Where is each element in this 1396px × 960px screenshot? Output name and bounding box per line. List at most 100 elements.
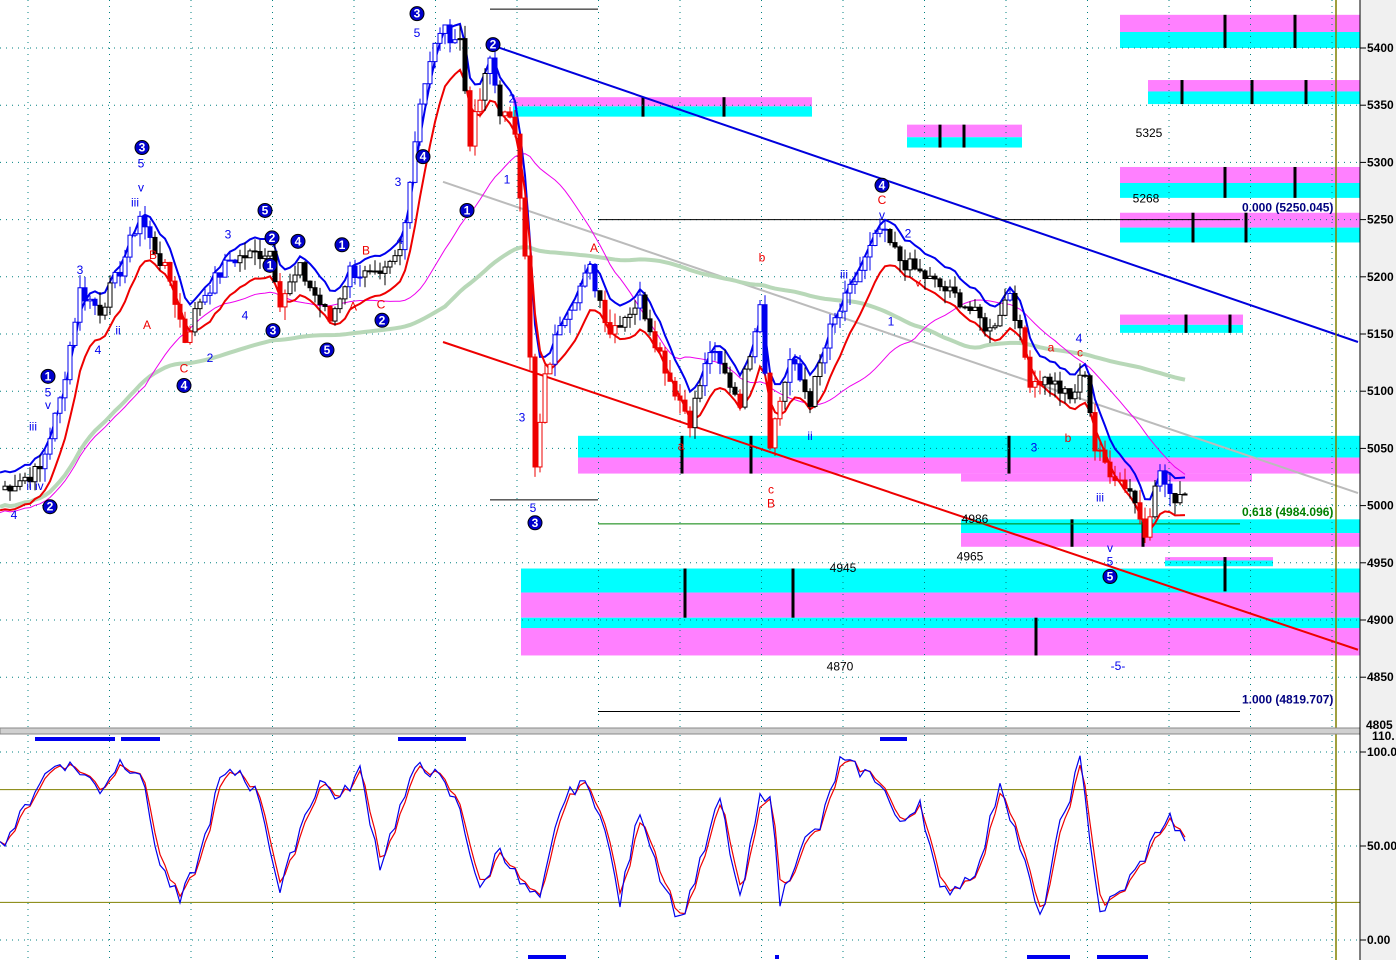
candle-body [602,299,608,324]
candle-body [1012,292,1018,321]
candle-body [822,347,828,364]
price-tick-label: 5400 [1367,41,1394,55]
candle-body [342,286,348,300]
wave-label: 4 [181,378,188,392]
wave-label: 5 [262,203,269,217]
candle-body [827,323,833,349]
candle-body [1157,470,1163,487]
zone-tick [1223,166,1227,198]
candle-body [1117,479,1123,482]
candle-body [1077,374,1083,393]
candle-body [112,271,118,284]
candle-body [942,286,948,292]
price-level-label: 4945 [830,561,857,575]
candle-body [597,290,603,301]
wave-label: 4 [242,309,249,323]
panel-separator[interactable] [0,727,1396,735]
candle-body [1072,391,1078,400]
wave-label: 2 [509,91,516,105]
wave-label: 3 [77,263,84,277]
candle-body [297,262,303,276]
candle-body [592,263,598,292]
zone-tick [938,124,942,148]
wave-label: B [767,496,775,510]
wave-label: 2 [269,231,276,245]
candle-body [392,255,398,262]
candle-body [682,399,688,412]
candle-body [802,379,808,393]
candle-body [302,262,308,282]
candle-body [882,228,888,231]
candle-body [372,270,378,273]
candle-body [787,359,793,383]
candle-body [202,294,208,303]
candle-body [637,294,643,309]
wave-label: 3 [519,411,526,425]
candle-body [977,306,983,319]
candle-body [757,304,763,333]
zone-tick [1007,435,1011,474]
price-tick-label: 5300 [1367,155,1394,169]
price-level-label: 5325 [1136,126,1163,140]
candle-body [542,373,548,423]
candle-body [657,347,663,352]
candle-body [982,317,988,332]
candle-body [997,314,1003,327]
candle-body [532,356,538,468]
wave-label: iii [1096,491,1104,505]
wave-label: 3 [1031,440,1038,454]
candle-body [632,307,638,315]
candle-body [232,259,238,264]
wave-label: 1 [464,203,471,217]
candle-body [797,363,803,381]
candle-body [1022,327,1028,358]
signal-bar [775,955,779,959]
wave-label: 1 [267,258,274,272]
price-axis: 5400 5350 5300 5250 5200 5150 5100 5050 5000 4950… [1359,0,1396,960]
candle-body [897,246,903,262]
zone-tick [1191,212,1195,243]
wave-label: C [377,297,386,311]
wave-label: 4 [879,178,886,192]
price-tick-label: 5100 [1367,384,1394,398]
candle-body [427,61,433,85]
chart: 3352 41135241214234555viiiBAC243ii435viii… [0,0,1396,960]
zone-tick [791,568,795,618]
zone-magenta [521,628,1360,656]
zone-cyan [1120,324,1243,333]
candle-body [92,298,98,306]
zone-tick [749,435,753,474]
zone-magenta [961,533,1360,547]
candle-body [732,386,738,395]
candle-body [1017,319,1023,329]
candle-body [337,298,343,310]
candle-body [792,359,798,365]
candle-body [237,255,243,264]
candle-body [817,362,823,378]
candle-body [807,391,813,407]
wave-label: C [180,361,189,375]
candle-body [692,397,698,429]
wave-label: C [878,193,887,207]
wave-label: 5 [1107,555,1114,569]
wave-label: 3 [225,227,232,241]
candle-body [622,316,628,328]
candle-body [172,280,178,305]
candle-body [142,215,148,228]
price-tick-label: 4850 [1367,670,1394,684]
signal-bar [398,737,466,741]
candle-body [1007,292,1013,301]
candle-body [332,308,338,322]
candle-body [642,294,648,320]
candle-body [937,278,943,288]
wave-label: 5 [138,157,145,171]
wave-label: 2 [490,38,497,52]
candle-body [972,306,978,312]
wave-label: b [1065,431,1072,445]
signal-bar [528,955,566,959]
zone-tick [722,97,726,117]
candle-body [97,304,103,316]
candle-body [842,292,848,312]
candle-body [962,306,968,309]
candle-body [247,250,253,259]
